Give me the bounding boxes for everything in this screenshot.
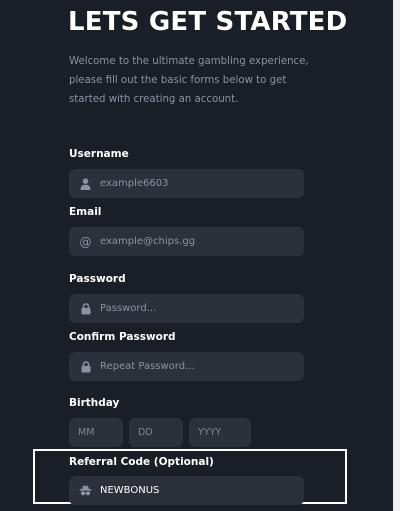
password-field[interactable] — [69, 294, 304, 323]
birthday-year-field[interactable] — [189, 418, 251, 447]
referral-label: Referral Code (Optional) — [69, 456, 214, 468]
password-input[interactable] — [100, 303, 280, 314]
confirm-password-field[interactable] — [69, 352, 304, 381]
email-input[interactable] — [100, 236, 280, 247]
referral-field[interactable] — [69, 476, 304, 505]
referral-input[interactable] — [100, 485, 280, 496]
username-input[interactable] — [100, 178, 280, 189]
email-field[interactable]: @ — [69, 227, 304, 256]
password-label: Password — [69, 273, 126, 285]
birthday-month-field[interactable] — [69, 418, 123, 447]
birthday-day-input[interactable] — [138, 427, 178, 438]
username-label: Username — [69, 148, 129, 160]
email-label: Email — [69, 206, 102, 218]
user-icon — [79, 177, 92, 191]
birthday-month-input[interactable] — [78, 427, 118, 438]
intro-text: Welcome to the ultimate gambling experie… — [69, 56, 309, 105]
confirm-password-input[interactable] — [100, 361, 280, 372]
at-icon: @ — [79, 234, 92, 249]
confirm-password-label: Confirm Password — [69, 331, 176, 343]
lock-icon — [79, 302, 92, 316]
birthday-year-input[interactable] — [198, 427, 238, 438]
spy-icon — [79, 484, 92, 498]
username-field[interactable] — [69, 169, 304, 198]
lock-icon — [79, 360, 92, 374]
birthday-day-field[interactable] — [129, 418, 183, 447]
scrollbar-track[interactable] — [393, 0, 400, 511]
birthday-label: Birthday — [69, 397, 120, 409]
page-title: LETS GET STARTED — [68, 7, 348, 37]
